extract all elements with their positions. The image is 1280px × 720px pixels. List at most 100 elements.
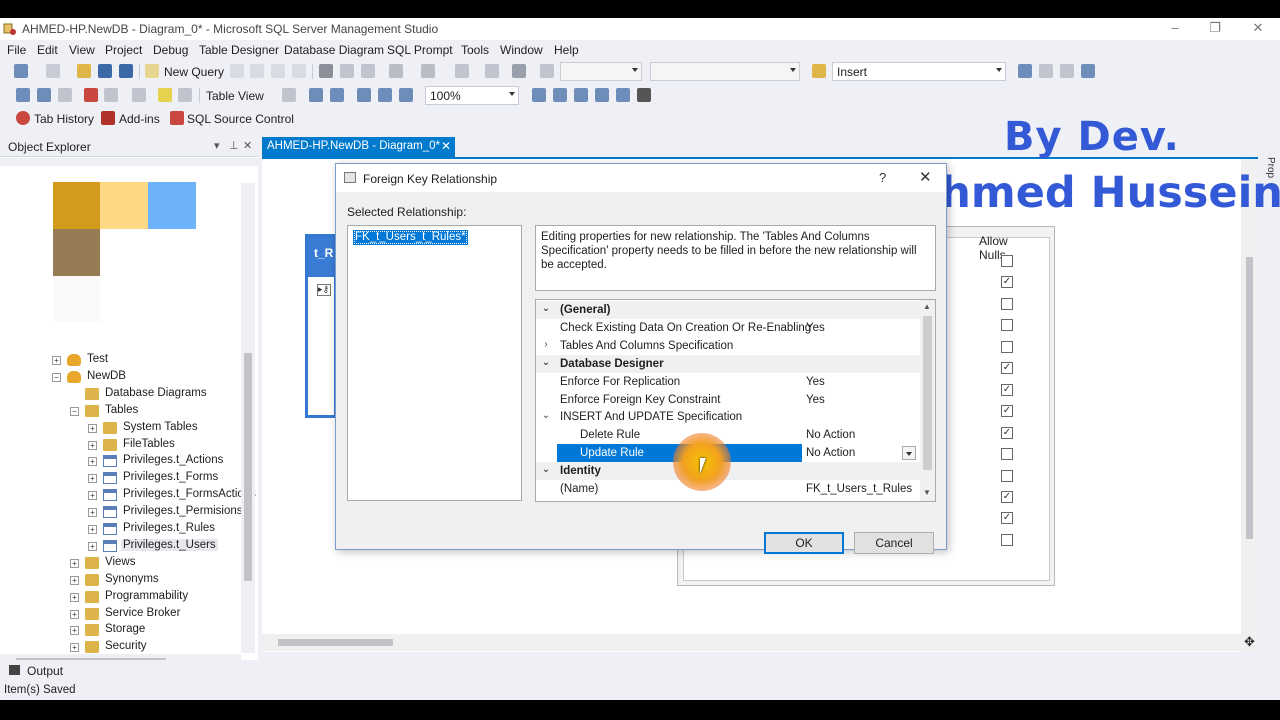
ok-button[interactable]: OK: [764, 532, 844, 554]
object-explorer-vscroll[interactable]: [241, 183, 255, 653]
relationships-icon[interactable]: [532, 88, 546, 102]
expand-icon[interactable]: +: [70, 643, 79, 653]
menu-tools[interactable]: Tools: [461, 43, 489, 57]
addins-button[interactable]: Add-ins: [119, 112, 160, 126]
scroll-thumb[interactable]: [278, 639, 393, 646]
allow-nulls-checkbox[interactable]: ✓: [1001, 362, 1013, 375]
delete-tables-icon[interactable]: [84, 88, 98, 102]
new-query-icon[interactable]: [145, 64, 159, 78]
find-icon[interactable]: [812, 64, 826, 78]
expand-icon[interactable]: +: [70, 592, 79, 602]
paste-icon[interactable]: [361, 64, 375, 78]
property-row[interactable]: Enforce For Replication Yes: [536, 373, 920, 391]
menu-help[interactable]: Help: [554, 43, 579, 57]
expand-icon[interactable]: +: [88, 440, 97, 450]
expand-icon[interactable]: +: [88, 508, 97, 518]
manage-spatial-indexes-icon[interactable]: [637, 88, 651, 102]
expand-icon[interactable]: +: [88, 491, 97, 501]
diagram-document-tab[interactable]: AHMED-HP.NewDB - Diagram_0* ✕: [262, 137, 455, 157]
allow-nulls-checkbox[interactable]: ✓: [1001, 405, 1013, 418]
scroll-down-icon[interactable]: ▼: [923, 488, 931, 497]
menu-database-diagram[interactable]: Database Diagram: [284, 43, 384, 57]
table-view-button[interactable]: Table View: [206, 89, 264, 103]
diagram-table-t-rules[interactable]: t_R ▸⚷: [305, 234, 337, 418]
new-table-icon[interactable]: [16, 88, 30, 102]
add-related-tables-icon[interactable]: [58, 88, 72, 102]
expand-icon[interactable]: +: [52, 356, 61, 365]
new-query-button[interactable]: New Query: [164, 65, 224, 79]
property-row[interactable]: (Name) FK_t_Users_t_Rules: [536, 480, 920, 498]
allow-nulls-checkbox[interactable]: [1001, 340, 1013, 353]
undo-icon[interactable]: [389, 64, 403, 78]
find-combo[interactable]: Insert: [832, 62, 1006, 81]
allow-nulls-checkbox[interactable]: ✓: [1001, 426, 1013, 439]
expand-icon[interactable]: +: [88, 457, 97, 467]
collapse-icon[interactable]: ⌄: [540, 464, 552, 475]
tab-history-icon[interactable]: [16, 111, 30, 125]
properties-icon[interactable]: [1039, 64, 1053, 78]
allow-nulls-checkbox[interactable]: [1001, 297, 1013, 310]
scroll-thumb[interactable]: [244, 353, 252, 581]
panel-close-icon[interactable]: ✕: [243, 139, 252, 152]
minimize-button[interactable]: –: [1160, 20, 1190, 38]
expand-icon[interactable]: +: [70, 575, 79, 585]
property-row[interactable]: Delete Rule No Action: [536, 426, 920, 444]
value-dropdown-button[interactable]: [902, 446, 916, 461]
xmla-query-icon[interactable]: [292, 64, 306, 78]
sql-source-control-icon[interactable]: [170, 111, 184, 125]
save-icon[interactable]: [98, 64, 112, 78]
collapse-icon[interactable]: −: [70, 406, 79, 416]
panel-dropdown-icon[interactable]: ▾: [214, 139, 220, 152]
menu-sql-prompt[interactable]: SQL Prompt: [387, 43, 453, 57]
view-page-breaks-icon[interactable]: [309, 88, 323, 102]
allow-nulls-checkbox[interactable]: [1001, 319, 1013, 332]
zoom-combo[interactable]: 100%: [425, 86, 519, 105]
canvas-hscroll[interactable]: [262, 634, 1241, 651]
allow-nulls-checkbox[interactable]: ✓: [1001, 383, 1013, 396]
open-folder-icon[interactable]: [77, 64, 91, 78]
autosize-tables-icon[interactable]: [357, 88, 371, 102]
expand-icon[interactable]: +: [88, 423, 97, 433]
new-project-icon[interactable]: [14, 64, 28, 78]
tab-history-button[interactable]: Tab History: [34, 112, 94, 126]
start-debug-icon[interactable]: [540, 64, 554, 78]
help-button[interactable]: ?: [879, 170, 886, 185]
scroll-thumb[interactable]: [1246, 257, 1253, 539]
manage-indexes-icon[interactable]: [553, 88, 567, 102]
menu-project[interactable]: Project: [105, 43, 142, 57]
set-primary-key-icon[interactable]: [158, 88, 172, 102]
relationship-list-item[interactable]: FK_t_Users_t_Rules*: [353, 230, 468, 245]
menu-debug[interactable]: Debug: [153, 43, 188, 57]
menu-edit[interactable]: Edit: [37, 43, 58, 57]
expand-icon[interactable]: ›: [540, 339, 552, 350]
restore-button[interactable]: ❐: [1200, 20, 1230, 38]
menu-table-designer[interactable]: Table Designer: [199, 43, 279, 57]
expand-icon[interactable]: +: [70, 609, 79, 619]
new-text-annotation-icon[interactable]: [178, 88, 192, 102]
arrange-selection-icon[interactable]: [378, 88, 392, 102]
copy-icon[interactable]: [340, 64, 354, 78]
output-tab[interactable]: Output: [27, 664, 63, 678]
recalc-page-breaks-icon[interactable]: [330, 88, 344, 102]
relationship-list[interactable]: FK_t_Users_t_Rules*: [347, 225, 522, 501]
navigate-back-icon[interactable]: [455, 64, 469, 78]
analysis-query-icon[interactable]: [250, 64, 264, 78]
db-engine-query-icon[interactable]: [230, 64, 244, 78]
property-row[interactable]: Enforce Foreign Key Constraint Yes: [536, 391, 920, 409]
dialog-close-button[interactable]: ✕: [919, 168, 932, 186]
expand-icon[interactable]: +: [88, 541, 97, 551]
cancel-button[interactable]: Cancel: [854, 532, 934, 554]
cut-icon[interactable]: [319, 64, 333, 78]
collapse-icon[interactable]: −: [52, 372, 61, 382]
expand-icon[interactable]: +: [88, 474, 97, 484]
pan-icon[interactable]: ✥: [1241, 634, 1258, 651]
show-relationship-labels-icon[interactable]: [282, 88, 296, 102]
collapse-icon[interactable]: ⌄: [540, 410, 552, 421]
allow-nulls-checkbox[interactable]: [1001, 469, 1013, 482]
allow-nulls-checkbox[interactable]: [1001, 255, 1013, 267]
pin-icon[interactable]: ⊥: [229, 139, 239, 152]
property-row[interactable]: › Tables And Columns Specification: [536, 337, 920, 355]
solution-explorer-icon[interactable]: [1018, 64, 1032, 78]
expand-icon[interactable]: +: [70, 626, 79, 636]
redo-icon[interactable]: [421, 64, 435, 78]
